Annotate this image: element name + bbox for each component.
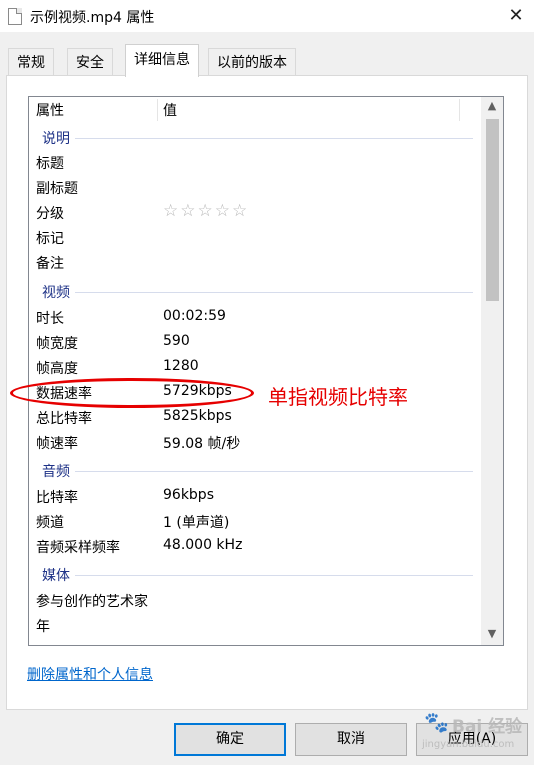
property-name: 帧宽度 — [36, 336, 78, 352]
group-label: 媒体 — [42, 568, 70, 584]
property-value: 590 — [163, 333, 190, 349]
file-icon — [8, 8, 22, 25]
property-name: 分级 — [36, 206, 64, 222]
property-name: 音频采样频率 — [36, 540, 120, 556]
property-name: 参与创作的艺术家 — [36, 594, 148, 610]
property-name: 时长 — [36, 311, 64, 327]
tab-security[interactable]: 安全 — [67, 48, 113, 76]
list-item[interactable]: 备注 — [29, 250, 479, 275]
property-name: 总比特率 — [36, 411, 92, 427]
property-name: 频道 — [36, 515, 64, 531]
list-item[interactable]: 总比特率 5825kbps — [29, 405, 479, 430]
property-name: 备注 — [36, 256, 64, 272]
list-item[interactable]: 比特率 96kbps — [29, 484, 479, 509]
property-name: 标题 — [36, 156, 64, 172]
group-divider — [75, 471, 473, 472]
remove-properties-link[interactable]: 删除属性和个人信息 — [27, 664, 153, 684]
column-separator — [459, 99, 460, 121]
property-value: 59.08 帧/秒 — [163, 436, 241, 452]
property-name: 帧高度 — [36, 361, 78, 377]
property-value: 1 (单声道) — [163, 515, 230, 531]
tab-general[interactable]: 常规 — [8, 48, 54, 76]
list-item[interactable]: 帧宽度 590 — [29, 330, 479, 355]
group-description: 说明 — [29, 127, 479, 147]
scroll-up-arrow-icon[interactable]: ▲ — [481, 97, 503, 115]
property-name: 副标题 — [36, 181, 78, 197]
property-value: 5825kbps — [163, 408, 232, 424]
close-button[interactable]: ✕ — [504, 4, 528, 28]
star-rating-icon[interactable]: ☆☆☆☆☆ — [163, 201, 249, 221]
list-item[interactable]: 帧高度 1280 — [29, 355, 479, 380]
list-item[interactable]: 参与创作的艺术家 — [29, 588, 479, 613]
title-bar: 示例视频.mp4 属性 ✕ — [0, 0, 534, 32]
group-label: 音频 — [42, 464, 70, 480]
paw-icon: 🐾 — [424, 710, 449, 734]
tab-details[interactable]: 详细信息 — [125, 44, 199, 77]
property-value: 96kbps — [163, 487, 214, 503]
window-title: 示例视频.mp4 属性 — [30, 10, 155, 26]
scroll-down-arrow-icon[interactable]: ▼ — [481, 625, 503, 643]
list-item[interactable]: 年 — [29, 613, 479, 638]
list-item[interactable]: 标题 — [29, 150, 479, 175]
watermark-brand: Bai 经验 — [452, 717, 523, 737]
vertical-scrollbar[interactable]: ▲ ▼ — [481, 97, 503, 645]
list-item[interactable]: 分级 ☆☆☆☆☆ — [29, 200, 479, 225]
group-media: 媒体 — [29, 564, 479, 584]
column-header-value[interactable]: 值 — [163, 97, 177, 123]
list-item[interactable]: 音频采样频率 48.000 kHz — [29, 534, 479, 559]
property-name: 年 — [36, 619, 50, 635]
group-label: 说明 — [42, 131, 70, 147]
annotation-text: 单指视频比特率 — [268, 385, 408, 409]
list-item[interactable]: 副标题 — [29, 175, 479, 200]
cancel-button[interactable]: 取消 — [295, 723, 407, 756]
column-header-property[interactable]: 属性 — [36, 97, 64, 123]
watermark-url: jingyan.baidu.com — [422, 739, 515, 750]
watermark-logo: 🐾 Bai 经验 jingyan.baidu.com — [416, 706, 534, 765]
property-name: 标记 — [36, 231, 64, 247]
group-label: 视频 — [42, 285, 70, 301]
list-item[interactable]: 时长 00:02:59 — [29, 305, 479, 330]
property-value: 48.000 kHz — [163, 537, 243, 553]
annotation-ellipse — [10, 378, 254, 408]
property-name: 比特率 — [36, 490, 78, 506]
scroll-thumb[interactable] — [486, 119, 499, 301]
list-item[interactable]: 帧速率 59.08 帧/秒 — [29, 430, 479, 455]
tab-previous-versions[interactable]: 以前的版本 — [208, 48, 296, 76]
property-list[interactable]: 属性 值 说明 标题 副标题 分级 ☆☆☆☆☆ 标记 备注 视频 时长 00:0… — [28, 96, 504, 646]
group-divider — [75, 292, 473, 293]
list-item[interactable]: 标记 — [29, 225, 479, 250]
group-video: 视频 — [29, 281, 479, 301]
group-divider — [75, 138, 473, 139]
property-name: 帧速率 — [36, 436, 78, 452]
ok-button[interactable]: 确定 — [174, 723, 286, 756]
property-value: 00:02:59 — [163, 308, 226, 324]
group-divider — [75, 575, 473, 576]
list-item[interactable]: 频道 1 (单声道) — [29, 509, 479, 534]
group-audio: 音频 — [29, 460, 479, 480]
column-separator[interactable] — [157, 99, 158, 121]
property-value: 1280 — [163, 358, 199, 374]
